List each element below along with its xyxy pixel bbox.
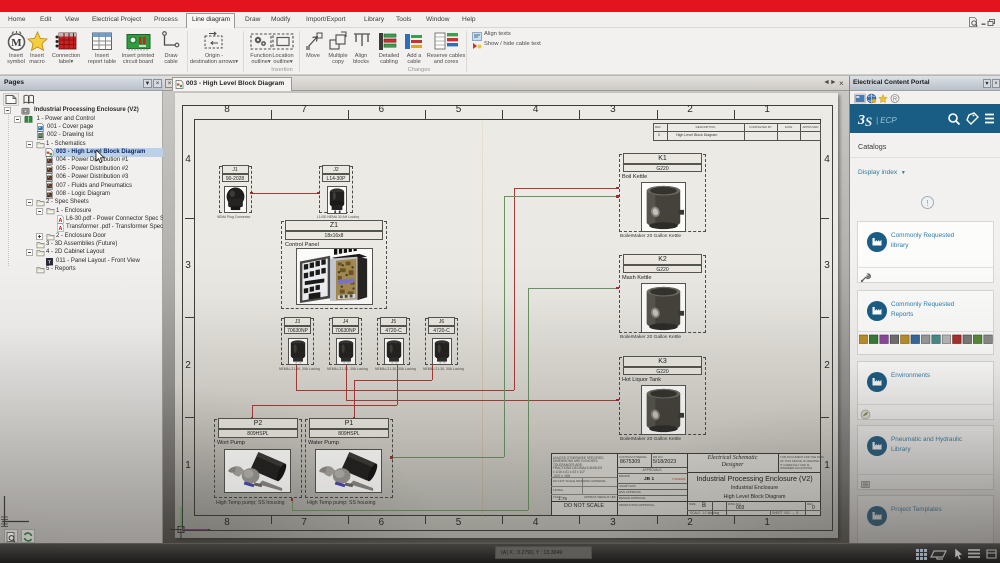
svg-text:S: S	[865, 114, 872, 128]
svg-text:| ECP: | ECP	[876, 116, 897, 125]
svg-text:M: M	[11, 37, 22, 49]
svg-text:3: 3	[858, 113, 865, 128]
svg-text:R: R	[893, 97, 897, 103]
